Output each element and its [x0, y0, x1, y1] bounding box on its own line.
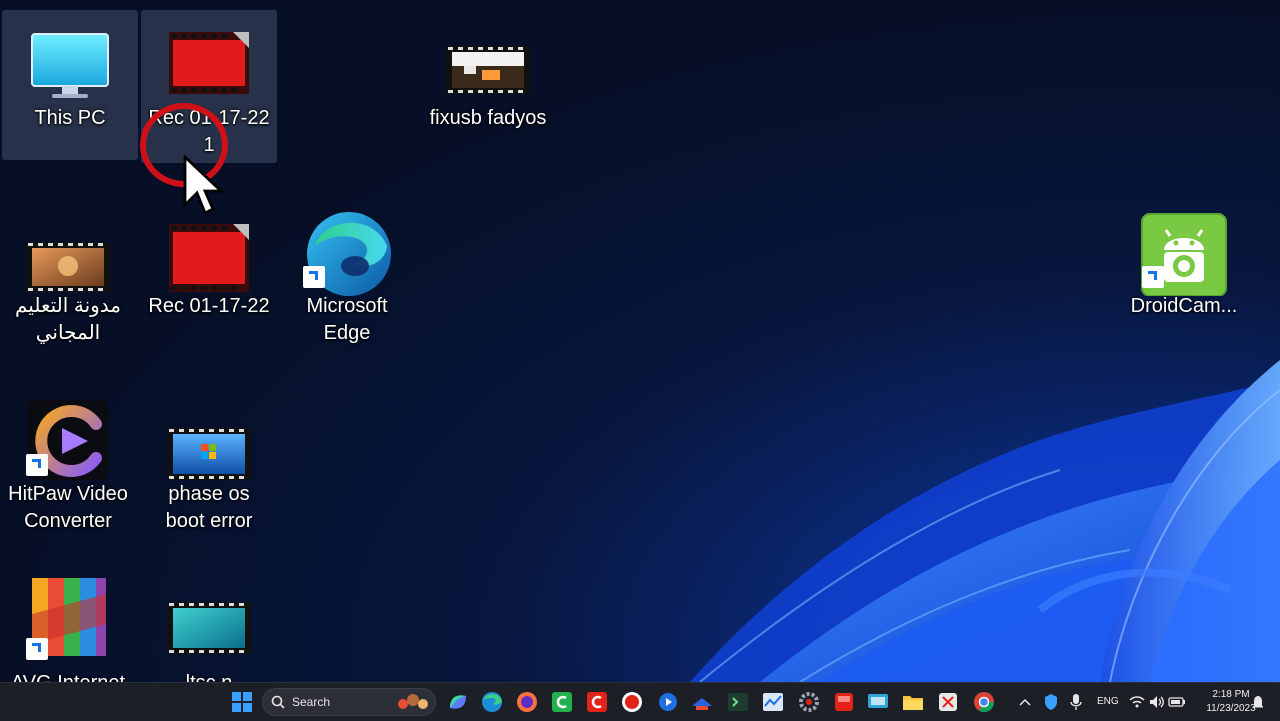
record-icon[interactable]	[620, 690, 644, 714]
desktop-icon-arabic-blog[interactable]: مدونة التعليم المجاني	[0, 198, 136, 348]
desktop-icon-avg[interactable]: AVG Internet	[0, 574, 136, 682]
wifi-icon[interactable]	[1128, 690, 1146, 714]
hat-app-icon[interactable]	[690, 690, 714, 714]
desktop-icon-label: مدونة التعليم المجاني	[14, 295, 121, 344]
shortcut-arrow-icon	[26, 454, 48, 476]
terminal-app-icon[interactable]	[726, 690, 750, 714]
desktop-icon-phase-os[interactable]: phase os boot error	[141, 386, 277, 536]
mouse-cursor-icon	[183, 155, 225, 215]
video-file-icon	[169, 32, 249, 94]
desktop-icon-label: Microsoft Edge	[306, 295, 388, 344]
desktop-icon-hitpaw[interactable]: HitPaw Video Converter	[0, 386, 136, 536]
snipping-tool-icon[interactable]	[936, 690, 960, 714]
video-file-icon	[169, 224, 249, 292]
search-icon	[271, 695, 285, 709]
video-thumbnail-icon	[26, 242, 110, 292]
volume-icon[interactable]	[1148, 690, 1166, 714]
shortcut-arrow-icon	[26, 638, 48, 660]
desktop[interactable]: This PC Rec 01-17-22 1 fixusb fadyos مدو…	[0, 0, 1280, 682]
battery-icon[interactable]	[1168, 690, 1186, 714]
desktop-icon-label: HitPaw Video Converter	[8, 483, 128, 532]
notification-bell-icon[interactable]	[1250, 690, 1266, 714]
desktop-icon-label: ltsc n	[141, 670, 277, 682]
shortcut-arrow-icon	[1142, 266, 1164, 288]
video-thumbnail-icon	[167, 602, 251, 654]
desktop-icon-edge[interactable]: Microsoft Edge	[279, 198, 415, 348]
desktop-icon-label: fixusb fadyos	[429, 107, 547, 129]
file-explorer-icon[interactable]	[901, 690, 925, 714]
monitor-icon	[31, 33, 109, 98]
taskbar-search-box[interactable]: Search	[262, 688, 436, 716]
taskbar: Search ENG 2:18 PM 11/23/2023	[0, 682, 1280, 721]
shortcut-arrow-icon	[303, 266, 325, 288]
camtasia-green-icon[interactable]	[550, 690, 574, 714]
desktop-icon-ltsc[interactable]: ltsc n	[141, 574, 277, 682]
language-indicator[interactable]: ENG	[1097, 696, 1119, 707]
firefox-icon[interactable]	[515, 690, 539, 714]
desktop-icon-droidcam[interactable]: DroidCam...	[1116, 198, 1252, 348]
desktop-icon-label: phase os boot error	[165, 483, 253, 532]
video-thumbnail-icon	[167, 428, 251, 480]
desktop-icon-rec-2[interactable]: Rec 01-17-22	[141, 198, 277, 348]
edge-taskbar-icon[interactable]	[480, 690, 504, 714]
clock-time[interactable]: 2:18 PM	[1208, 689, 1254, 700]
desktop-icon-label: This PC	[34, 107, 106, 129]
media-player-icon[interactable]	[656, 690, 680, 714]
desktop-icon-label: Rec 01-17-22	[148, 295, 270, 317]
desktop-icon-label: AVG Internet	[0, 670, 136, 682]
desktop-icon-label: DroidCam...	[1130, 295, 1238, 317]
settings-gear-icon[interactable]	[797, 690, 821, 714]
remote-desktop-icon[interactable]	[866, 690, 890, 714]
camtasia-red-icon[interactable]	[585, 690, 609, 714]
copilot-icon[interactable]	[446, 690, 470, 714]
chrome-icon[interactable]	[972, 690, 996, 714]
security-shield-icon[interactable]	[1042, 690, 1060, 714]
desktop-icon-fixusb[interactable]: fixusb fadyos	[418, 10, 558, 160]
task-manager-icon[interactable]	[761, 690, 785, 714]
windows-start-icon[interactable]	[230, 690, 254, 714]
search-highlight-icon	[398, 694, 428, 709]
desktop-icon-this-pc[interactable]: This PC	[2, 10, 138, 160]
red-app-icon[interactable]	[832, 690, 856, 714]
video-thumbnail-icon	[446, 46, 530, 94]
chevron-up-icon[interactable]	[1017, 690, 1033, 714]
microphone-icon[interactable]	[1068, 690, 1084, 714]
search-label: Search	[292, 695, 331, 709]
